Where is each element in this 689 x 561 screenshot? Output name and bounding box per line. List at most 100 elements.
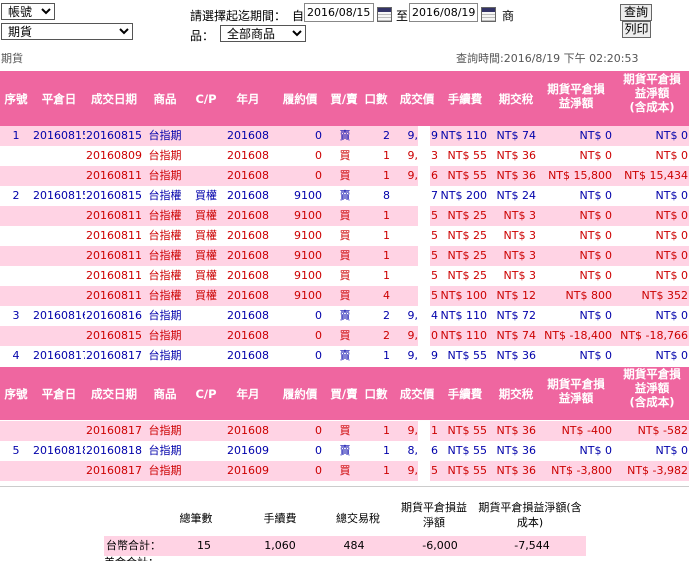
cell-product: 台指期 (148, 129, 182, 142)
cell-qty: 8 (383, 189, 390, 202)
cell-price: 9, (407, 424, 419, 437)
cell-product: 台指期 (148, 169, 182, 182)
summary-count: 15 (197, 539, 211, 552)
cell-tax: NT$ 36 (496, 349, 536, 362)
product-select[interactable]: 全部商品 (220, 25, 306, 42)
calendar-icon[interactable] (481, 7, 496, 22)
query-button[interactable]: 查詢 (620, 4, 652, 21)
col-side: 買/賣 (330, 387, 358, 401)
column-gap (418, 326, 430, 346)
cell-tax: NT$ 36 (496, 444, 536, 457)
cell-price: 9, (407, 129, 419, 142)
cell-seq: 3 (12, 309, 20, 322)
col-strike: 履約價 (282, 92, 318, 106)
calendar-icon[interactable] (377, 7, 392, 22)
cell-trade-date: 20160817 (86, 349, 142, 362)
summary-header-pl-cost: 期貨平倉損益淨額(含 成本) (478, 501, 582, 529)
market-select[interactable]: 期貨 (1, 23, 133, 40)
print-button[interactable]: 列印 (622, 21, 651, 38)
cell-fee: NT$ 55 (447, 444, 487, 457)
cell-pl: NT$ 0 (579, 189, 612, 202)
cell-side: 賣 (339, 444, 351, 457)
cell-trade-date: 20160815 (86, 129, 142, 142)
cell-product: 台指期 (148, 424, 182, 437)
cell-tax: NT$ 3 (503, 269, 536, 282)
col-seq: 序號 (4, 387, 28, 401)
col-product: 商品 (153, 92, 177, 106)
table-row: 1 20160815 20160815 台指期 201608 0 賣 2 9, 9 NT$ 110 N… (0, 126, 689, 146)
cell-month: 201608 (227, 189, 269, 202)
cell-price: 9, (407, 329, 419, 342)
column-gap (418, 226, 430, 246)
account-select[interactable]: 帳號 (1, 3, 55, 20)
cell-fee: NT$ 25 (447, 249, 487, 262)
cell-cp: 買權 (195, 229, 217, 242)
cell-product: 台指權 (148, 289, 182, 302)
col-tax: 期交稅 (498, 387, 534, 401)
cell-strike: 0 (315, 309, 322, 322)
from-date-input[interactable] (304, 3, 374, 22)
cell-qty: 1 (383, 149, 390, 162)
cell-tax: NT$ 3 (503, 209, 536, 222)
cell-tax: NT$ 36 (496, 424, 536, 437)
cell-price: 9, (407, 149, 419, 162)
column-gap (418, 186, 430, 206)
summary-row-label: 台幣合計： (106, 539, 161, 552)
col-cp: C/P (195, 92, 217, 106)
cell-strike: 0 (315, 444, 322, 457)
cell-fee: NT$ 110 (440, 309, 487, 322)
col-close-date: 平倉日 (41, 387, 77, 401)
cell-qty: 2 (383, 329, 390, 342)
cell-cp: 買權 (195, 289, 217, 302)
cell-pl-cost: NT$ 0 (655, 269, 688, 282)
cell-seq: 1 (12, 129, 20, 142)
cell-qty: 4 (383, 289, 390, 302)
summary-tax: 484 (343, 539, 365, 552)
table-row: 20160811 台指權 買權 201608 9100 買 1 5 NT$ 25 NT$ 3 NT$… (0, 206, 689, 226)
cell-product: 台指權 (148, 249, 182, 262)
cell-product: 台指期 (148, 329, 182, 342)
cell-qty: 1 (383, 464, 390, 477)
cell-close-date: 20160817 (33, 349, 85, 362)
cell-fee: NT$ 200 (440, 189, 487, 202)
cell-side: 買 (339, 424, 351, 437)
table-header: 序號 平倉日 成交日期 商品 C/P 年月 履約價 買/賣 口數 成交價 手續費… (0, 71, 689, 126)
to-date-input[interactable] (409, 3, 478, 22)
cell-month: 201608 (227, 289, 269, 302)
col-qty: 口數 (364, 387, 388, 401)
cell-strike: 0 (315, 349, 322, 362)
cell-product: 台指期 (148, 444, 182, 457)
table-row: 4 20160817 20160817 台指期 201608 0 賣 1 9, 9 NT$ 55 NT… (0, 346, 689, 366)
cell-fee: NT$ 55 (447, 424, 487, 437)
cell-strike: 0 (315, 329, 322, 342)
section-title: 期貨 (1, 52, 23, 65)
cell-qty: 1 (383, 249, 390, 262)
cell-price: 8, (407, 444, 419, 457)
cell-trade-date: 20160817 (86, 424, 142, 437)
column-gap (418, 461, 430, 481)
cell-trade-date: 20160818 (86, 444, 142, 457)
cell-fee: NT$ 110 (440, 329, 487, 342)
cell-qty: 1 (383, 209, 390, 222)
cell-pl-cost: NT$ -18,766 (620, 329, 688, 342)
column-gap (418, 346, 430, 366)
cell-month: 201608 (227, 309, 269, 322)
cell-trade-date: 20160815 (86, 329, 142, 342)
cell-price: 9, (407, 349, 419, 362)
cell-side: 賣 (339, 129, 351, 142)
from-label: 自 (292, 9, 305, 23)
cell-pl: NT$ 0 (579, 209, 612, 222)
cell-qty: 1 (383, 169, 390, 182)
cell-strike: 9100 (294, 229, 322, 242)
cell-tax: NT$ 24 (496, 189, 536, 202)
cell-strike: 9100 (294, 189, 322, 202)
cell-qty: 1 (383, 269, 390, 282)
cell-month: 201608 (227, 329, 269, 342)
summary-row-twd: 台幣合計： 15 1,060 484 -6,000 -7,544 (104, 536, 586, 556)
column-gap (418, 126, 430, 146)
cell-product: 台指期 (148, 309, 182, 322)
cell-pl-cost: NT$ 15,434 (624, 169, 688, 182)
cell-product: 台指權 (148, 189, 182, 202)
col-price: 成交價 (399, 387, 435, 401)
cell-pl-cost: NT$ 0 (655, 149, 688, 162)
